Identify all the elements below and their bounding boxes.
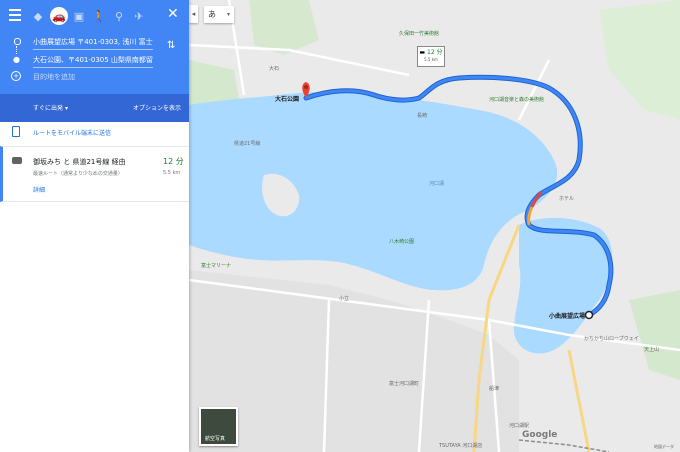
phone-icon [12,126,20,137]
chevron-down-icon: ▾ [226,11,230,18]
map-data-attribution[interactable]: 地図データ [654,444,674,450]
route-title: 御坂みち と 県道21号線 経由 [33,158,126,166]
directions-panel: ◆ 🚗 ▣ 🚶 ⚲ ✈ ✕ 小曲展望広場 〒401-0303, 浅川 富士河口 … [0,0,189,452]
depart-now-dropdown[interactable]: すぐに出発 ▾ [33,103,68,112]
map-canvas[interactable]: 大石公園 小曲展望広場 河口湖 長崎 八木崎公園 富士マリーナ ホテル 富士河口… [189,0,680,452]
origin-dot-icon [14,38,21,45]
collapse-panel-button[interactable]: ◂ [189,5,198,23]
label-ropeway[interactable]: かちかち山ロープウェイ [584,335,639,342]
send-to-mobile-link[interactable]: ルートをモバイル端末に送信 [33,128,111,137]
satellite-toggle[interactable]: 航空写真 [199,407,238,446]
satellite-label: 航空写真 [205,436,226,442]
label-fuji-marina[interactable]: 富士マリーナ [201,262,231,269]
ime-char: あ [208,10,216,19]
label-oishi-park[interactable]: 大石公園 [275,94,299,103]
google-logo: Google [522,430,558,440]
map-graphic [189,0,680,452]
walk-icon[interactable]: 🚶 [90,7,108,25]
label-station[interactable]: 河口湖駅 [509,422,529,429]
route-distance: 5.5 km [163,170,181,176]
label-oishi-area: 大石 [269,66,280,72]
add-destination[interactable]: 目的地を追加 [33,72,153,84]
destination-pin-icon: ● [13,55,20,64]
bike-icon[interactable]: ⚲ [110,7,128,25]
chevron-down-icon: ▾ [64,105,68,112]
route-option[interactable]: 御坂みち と 県道21号線 経由 12 分 最速ルート（通常より少なめの交通量）… [0,146,189,202]
label-tenjo: 天上山 [644,347,660,353]
origin-marker-icon [584,310,594,320]
label-kogyoku[interactable]: 小曲展望広場 [549,311,585,320]
flight-icon[interactable]: ✈ [130,7,148,25]
label-yagisaki[interactable]: 八木崎公園 [389,238,414,245]
route-connector [16,46,18,54]
show-options-button[interactable]: オプションを表示 [133,103,181,112]
route-badge-distance: 5.5 km [424,57,438,62]
depart-label: すぐに出発 [33,105,64,112]
destination-input[interactable]: 大石公園、〒401-0305 山梨県南都留郡 [33,55,153,68]
menu-icon[interactable] [9,9,21,24]
destination-pin-dot [304,85,308,89]
label-kodachi: 小立 [339,296,350,302]
car-icon[interactable]: 🚗 [50,7,68,25]
add-icon[interactable]: + [11,71,21,81]
label-route21: 県道21号線 [234,141,261,147]
label-lake: 河口湖 [429,181,445,187]
train-icon[interactable]: ▣ [70,7,88,25]
directions-icon[interactable]: ◆ [29,7,47,25]
close-icon[interactable]: ✕ [167,6,179,22]
route-time: 12 分 [163,157,184,166]
origin-input[interactable]: 小曲展望広場 〒401-0303, 浅川 富士河口 [33,37,153,50]
label-funatsu: 船津 [489,386,500,392]
label-kubota-museum[interactable]: 久保田一竹美術館 [399,30,439,37]
route-badge-time: 12 分 [427,49,443,56]
label-nagasaki: 長崎 [417,113,428,119]
car-icon [12,157,22,164]
label-hotel[interactable]: ホテル [559,195,574,202]
input-method-selector[interactable]: あ ▾ [204,6,234,23]
swap-icon[interactable]: ⇅ [167,40,175,51]
label-tsutaya[interactable]: TSUTAYA 河口湖店 [439,442,482,449]
route-subtitle: 最速ルート（通常より少なめの交通量） [33,171,123,177]
route-time-badge[interactable]: ▬ 12 分 5.5 km [417,46,445,67]
label-music-museum[interactable]: 河口湖音楽と森の美術館 [489,96,544,103]
label-town-office[interactable]: 富士河口湖町 [389,380,419,387]
car-icon: ▬ [419,49,426,56]
route-details-link[interactable]: 詳細 [33,185,45,194]
